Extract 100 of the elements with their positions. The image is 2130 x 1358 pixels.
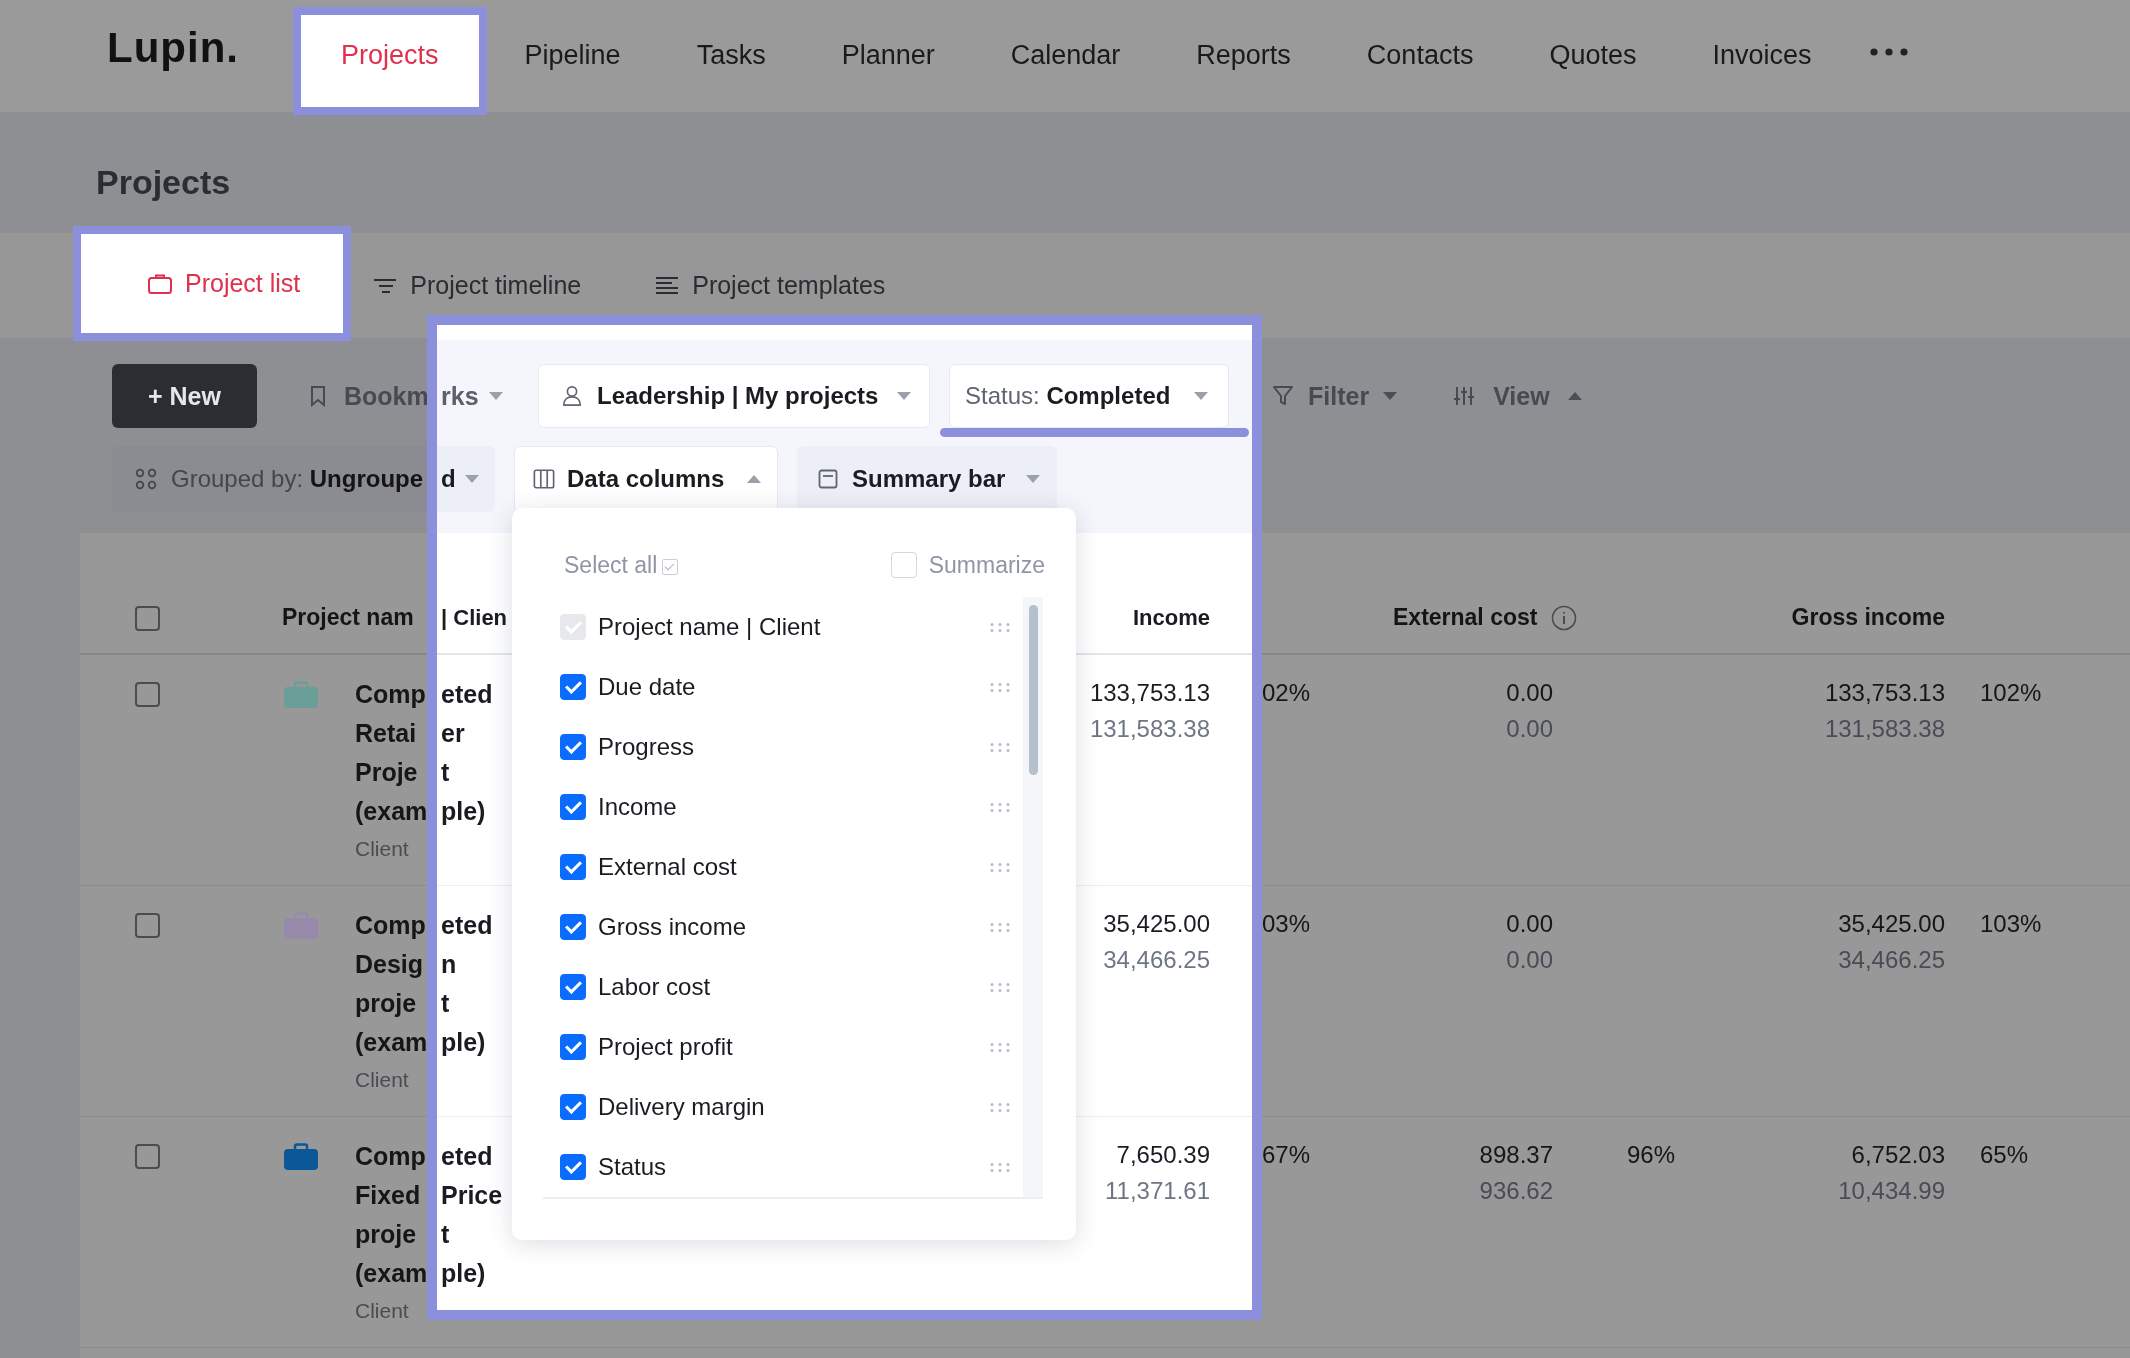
- column-option[interactable]: Gross income: [543, 897, 1023, 957]
- table-cell-text: 35,425.00: [1838, 909, 1945, 939]
- nav-tab[interactable]: Pipeline: [486, 7, 659, 115]
- nav-tab[interactable]: Quotes: [1511, 7, 1675, 115]
- drag-handle-icon[interactable]: [990, 982, 1010, 992]
- nav-tab[interactable]: Contacts: [1328, 7, 1512, 115]
- project-name[interactable]: Comp: [355, 675, 428, 714]
- nav-tab[interactable]: Invoices: [1674, 7, 1850, 115]
- group-by-dropdown[interactable]: d: [437, 446, 495, 512]
- table-cell-text: 35,425.00: [1103, 909, 1210, 939]
- table-cell-text: 131,583.38: [1089, 714, 1210, 744]
- table-cell-text: 65%: [1980, 1140, 2030, 1170]
- checkbox[interactable]: [560, 974, 586, 1000]
- more-icon[interactable]: [1869, 48, 1908, 56]
- nav-tab[interactable]: Calendar: [972, 7, 1159, 115]
- new-button[interactable]: + New: [112, 364, 257, 428]
- drag-handle-icon[interactable]: [990, 682, 1010, 692]
- bookmark-icon: [310, 385, 326, 407]
- drag-handle-icon[interactable]: [990, 1162, 1010, 1172]
- person-icon: [561, 385, 583, 407]
- scrollbar[interactable]: [1023, 597, 1043, 1197]
- logo[interactable]: Lupin.: [107, 24, 293, 72]
- checkbox[interactable]: [560, 794, 586, 820]
- lines-icon: [654, 274, 681, 297]
- project-name[interactable]: Comp: [355, 1137, 428, 1176]
- table-cell-text: 34,466.25: [1103, 945, 1210, 975]
- project-name[interactable]: (exam: [355, 792, 428, 831]
- drag-handle-icon[interactable]: [990, 1102, 1010, 1112]
- drag-handle-icon[interactable]: [990, 1042, 1010, 1052]
- view-tab[interactable]: Project list: [73, 226, 352, 341]
- checkbox[interactable]: [560, 674, 586, 700]
- table-cell-text: 102%: [1980, 678, 2043, 708]
- column-option[interactable]: Progress: [543, 717, 1023, 777]
- project-name[interactable]: Proje: [355, 753, 428, 792]
- people-filter-dropdown[interactable]: Leadership | My projects: [538, 364, 930, 428]
- column-option[interactable]: Delivery margin: [543, 1077, 1023, 1137]
- table-cell-text: 131,583.38: [1824, 714, 1945, 744]
- project-name[interactable]: Desig: [355, 945, 428, 984]
- view-tab[interactable]: Project templates: [633, 260, 886, 311]
- columns-icon: [533, 468, 555, 490]
- checkbox[interactable]: [560, 1094, 586, 1120]
- checkbox[interactable]: [560, 914, 586, 940]
- checkbox[interactable]: [135, 682, 160, 707]
- checkbox[interactable]: [135, 913, 160, 938]
- project-name[interactable]: Retai: [355, 714, 428, 753]
- panel-icon: [818, 469, 838, 489]
- data-columns-button[interactable]: Data columns: [514, 446, 778, 512]
- drag-handle-icon[interactable]: [990, 922, 1010, 932]
- project-name[interactable]: (exam: [355, 1254, 428, 1293]
- drag-handle-icon[interactable]: [990, 622, 1010, 632]
- column-header[interactable]: | Clien: [441, 605, 508, 630]
- table-cell-text: 936.62: [1479, 1176, 1553, 1206]
- client-name: Client: [355, 1067, 410, 1093]
- column-option[interactable]: External cost: [543, 837, 1023, 897]
- status-filter-dropdown[interactable]: Status: Completed: [949, 364, 1229, 428]
- table-cell-text: 96%: [1627, 1140, 1677, 1170]
- nav-tab[interactable]: Planner: [803, 7, 973, 115]
- checkbox[interactable]: [560, 734, 586, 760]
- column-header[interactable]: Income: [1132, 605, 1210, 631]
- table-cell-text: 898.37: [1479, 1140, 1553, 1170]
- column-option[interactable]: Labor cost: [543, 957, 1023, 1017]
- project-name[interactable]: ple): [441, 1254, 641, 1293]
- page-title: Projects: [96, 162, 232, 202]
- nav-tab[interactable]: Projects: [293, 7, 487, 115]
- nav-tab[interactable]: Tasks: [658, 7, 804, 115]
- project-name[interactable]: (exam: [355, 1023, 428, 1062]
- project-name[interactable]: proje: [355, 984, 428, 1023]
- table-cell-text: 103%: [1980, 909, 2043, 939]
- column-header[interactable]: Gross income: [1791, 604, 1945, 631]
- checkbox[interactable]: [560, 1034, 586, 1060]
- table-cell-text: 0.00: [1506, 909, 1553, 939]
- column-header[interactable]: External cost: [1393, 604, 1538, 631]
- checkbox[interactable]: [560, 1154, 586, 1180]
- client-name: Client: [355, 836, 410, 862]
- nav-tab[interactable]: Reports: [1158, 7, 1329, 115]
- table-cell-text: 34,466.25: [1838, 945, 1945, 975]
- bookmarks-button[interactable]: rks: [437, 381, 538, 411]
- sliders-icon: [1453, 385, 1476, 407]
- column-option[interactable]: Income: [543, 777, 1023, 837]
- drag-handle-icon[interactable]: [990, 742, 1010, 752]
- column-option[interactable]: Due date: [543, 657, 1023, 717]
- drag-handle-icon[interactable]: [990, 862, 1010, 872]
- project-name[interactable]: Comp: [355, 906, 428, 945]
- table-cell-text: 03%: [1262, 909, 1312, 939]
- table-cell-text: 11,371.61: [1105, 1176, 1210, 1206]
- column-header[interactable]: Project nam: [270, 604, 428, 631]
- column-option[interactable]: Status: [543, 1137, 1023, 1197]
- table-cell-text: 67%: [1262, 1140, 1312, 1170]
- briefcase-icon: [147, 272, 173, 295]
- checkbox[interactable]: [135, 1144, 160, 1169]
- column-option[interactable]: Project profit: [543, 1017, 1023, 1077]
- checkbox[interactable]: [560, 854, 586, 880]
- table-cell-text: 133,753.13: [1089, 678, 1210, 708]
- drag-handle-icon[interactable]: [990, 802, 1010, 812]
- info-icon[interactable]: [1551, 604, 1578, 631]
- filter-icon: [1272, 385, 1294, 407]
- view-tab[interactable]: Project timeline: [351, 260, 582, 311]
- checkbox[interactable]: [135, 606, 160, 631]
- project-name[interactable]: Fixed: [355, 1176, 428, 1215]
- project-name[interactable]: proje: [355, 1215, 428, 1254]
